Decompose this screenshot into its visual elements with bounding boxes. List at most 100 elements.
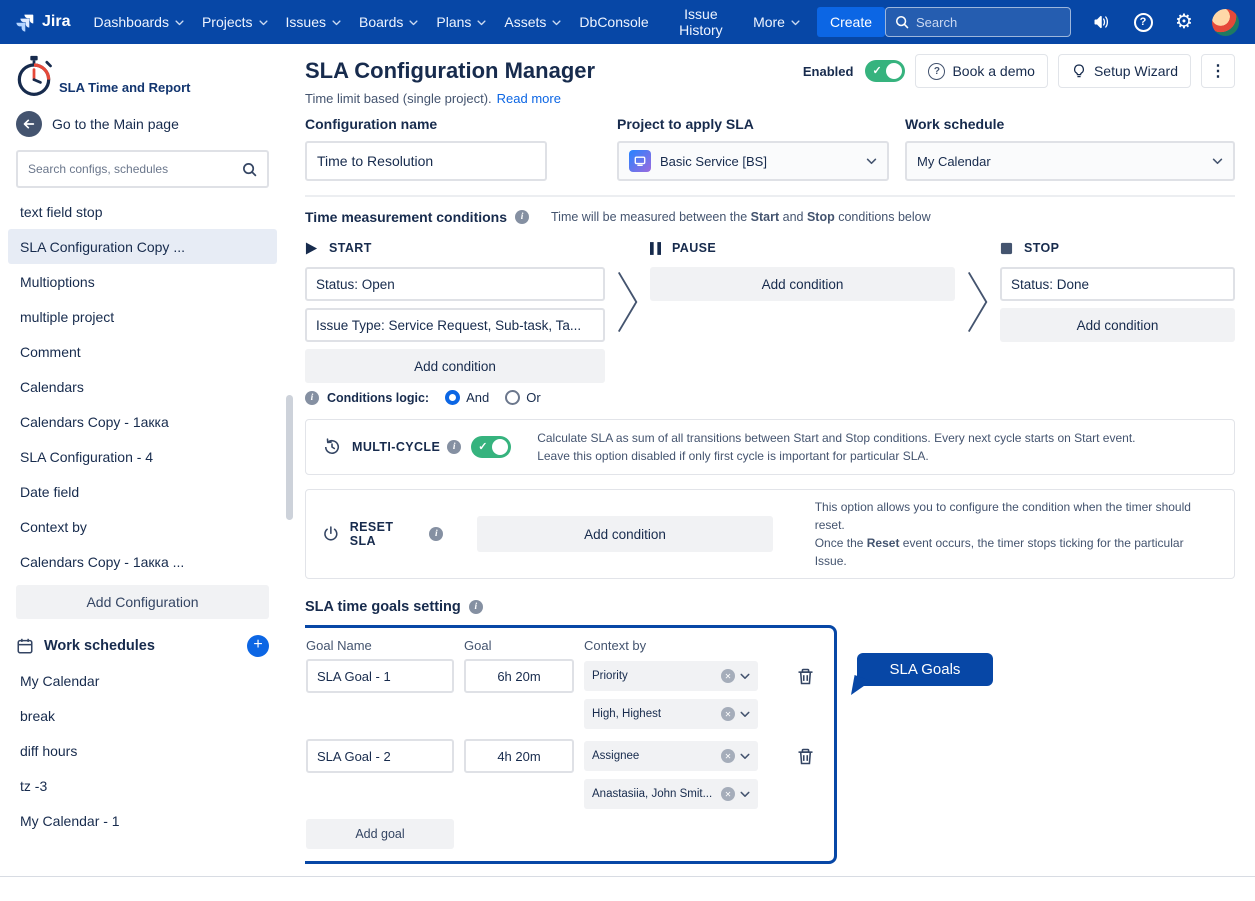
sidebar-config-item[interactable]: Calendars <box>8 369 277 404</box>
navbar-search[interactable] <box>885 7 1071 37</box>
info-icon[interactable]: i <box>429 527 443 541</box>
reset-sla-label: RESET SLA <box>350 520 423 548</box>
sidebar-schedule-item[interactable]: break <box>8 698 277 733</box>
sidebar-config-item[interactable]: multiple project <box>8 299 277 334</box>
clear-icon[interactable] <box>721 787 735 801</box>
setup-wizard-button[interactable]: Setup Wizard <box>1058 54 1191 88</box>
sidebar-config-item[interactable]: Multioptions <box>8 264 277 299</box>
nav-menu-item[interactable]: Assets <box>495 8 570 36</box>
settings-button[interactable]: ⚙ <box>1171 9 1197 35</box>
info-icon[interactable]: i <box>447 440 461 454</box>
nav-menu-item[interactable]: Boards <box>350 8 427 36</box>
context-field-select[interactable]: Priority <box>584 661 758 691</box>
goal-time-input[interactable]: 4h 20m <box>464 739 574 773</box>
context-values-select[interactable]: Anastasiia, John Smit... <box>584 779 758 809</box>
sidebar-schedule-item[interactable]: diff hours <box>8 733 277 768</box>
chevron-down-icon <box>259 20 268 26</box>
logic-or-option[interactable]: Or <box>505 390 540 405</box>
chevron-down-icon <box>552 20 561 26</box>
nav-menu-item[interactable]: Projects <box>193 8 277 36</box>
clear-icon[interactable] <box>721 669 735 683</box>
multi-cycle-description: Calculate SLA as sum of all transitions … <box>537 429 1135 465</box>
condition-field[interactable]: Status: Done <box>1000 267 1235 301</box>
navbar-search-input[interactable] <box>916 15 1061 30</box>
reset-add-condition-button[interactable]: Add condition <box>477 516 772 552</box>
read-more-link[interactable]: Read more <box>497 91 561 106</box>
project-select[interactable]: Basic Service [BS] <box>617 141 889 181</box>
stop-add-condition-button[interactable]: Add condition <box>1000 308 1235 342</box>
sidebar-config-item[interactable]: SLA Configuration - 4 <box>8 439 277 474</box>
nav-menu-item-label: Issues <box>286 14 326 30</box>
calendar-icon <box>16 637 34 655</box>
info-icon[interactable]: i <box>305 391 319 405</box>
sidebar-config-item[interactable]: Context by <box>8 509 277 544</box>
sidebar-schedule-item[interactable]: My Calendar <box>8 663 277 698</box>
sidebar-config-item[interactable]: Date field <box>8 474 277 509</box>
sidebar-config-item[interactable]: Calendars Copy - 1акка ... <box>8 544 277 579</box>
sidebar-config-item[interactable]: Calendars Copy - 1акка <box>8 404 277 439</box>
goal-name-input[interactable]: SLA Goal - 1 <box>306 659 454 693</box>
schedule-column: Work schedule My Calendar <box>905 116 1235 181</box>
nav-menu-item[interactable]: More <box>744 8 809 36</box>
sidebar-schedule-item[interactable]: tz -3 <box>8 768 277 803</box>
announcements-button[interactable] <box>1089 9 1115 35</box>
nav-menu-item-label: Plans <box>436 14 471 30</box>
start-add-condition-button[interactable]: Add condition <box>305 349 605 383</box>
config-item-label: Calendars Copy - 1акка <box>20 414 169 430</box>
nav-menu-item[interactable]: Plans <box>427 8 495 36</box>
info-icon[interactable]: i <box>515 210 529 224</box>
page-subtitle: Time limit based (single project). Read … <box>305 91 1235 106</box>
delete-goal-button[interactable] <box>795 746 816 767</box>
goal-time-input[interactable]: 6h 20m <box>464 659 574 693</box>
work-schedule-select[interactable]: My Calendar <box>905 141 1235 181</box>
help-button[interactable]: ? <box>1130 9 1156 35</box>
condition-value: Status: Done <box>1011 277 1089 292</box>
logic-and-option[interactable]: And <box>445 390 489 405</box>
clear-icon[interactable] <box>721 749 735 763</box>
logic-and-label: And <box>466 390 489 405</box>
sidebar-search-input[interactable] <box>28 162 234 176</box>
config-name-input[interactable] <box>305 141 547 181</box>
condition-field[interactable]: Issue Type: Service Request, Sub-task, T… <box>305 308 605 342</box>
context-field-select[interactable]: Assignee <box>584 741 758 771</box>
multi-cycle-toggle[interactable]: ✓ <box>471 436 511 458</box>
pause-add-condition-button[interactable]: Add condition <box>650 267 955 301</box>
nav-menu-item[interactable]: Issue History <box>658 0 744 44</box>
jira-logo[interactable]: Jira <box>14 12 70 33</box>
context-values-select[interactable]: High, Highest <box>584 699 758 729</box>
nav-menu-item[interactable]: DbConsole <box>570 8 657 36</box>
sidebar-config-item[interactable]: text field stop <box>8 194 277 229</box>
sidebar-config-item[interactable]: SLA Configuration Copy ... <box>8 229 277 264</box>
stopwatch-icon <box>12 54 56 98</box>
page: Jira Dashboards Projects <box>0 0 1255 901</box>
condition-field[interactable]: Status: Open <box>305 267 605 301</box>
nav-menu-item[interactable]: Issues <box>277 8 350 36</box>
nav-menu-item[interactable]: Dashboards <box>84 8 193 36</box>
add-schedule-button[interactable]: + <box>247 635 269 657</box>
app-logo: SLA Time and Report <box>0 44 285 98</box>
chevron-down-icon <box>791 20 800 26</box>
more-menu-button[interactable]: ⋮ <box>1201 54 1235 88</box>
book-demo-button[interactable]: ? Book a demo <box>915 54 1048 88</box>
add-configuration-button[interactable]: Add Configuration <box>16 585 269 619</box>
sidebar-config-item[interactable]: Comment <box>8 334 277 369</box>
sidebar-search[interactable] <box>16 150 269 188</box>
subtitle-text: Time limit based (single project). <box>305 91 492 106</box>
user-avatar[interactable] <box>1212 9 1239 36</box>
scrollbar-thumb[interactable] <box>286 395 293 520</box>
start-condition-list: Status: Open Issue Type: Service Request… <box>305 267 605 342</box>
sidebar: SLA Time and Report Go to the Main page … <box>0 44 285 877</box>
back-to-main-link[interactable]: Go to the Main page <box>16 111 269 137</box>
sidebar-schedule-item[interactable]: My Calendar - 1 <box>8 803 277 838</box>
enabled-toggle[interactable]: ✓ <box>865 60 905 82</box>
conditions-title-row: Time measurement conditions i Time will … <box>305 209 1235 225</box>
start-condition-column: START Status: Open Issue Type: Service R… <box>305 237 605 405</box>
add-goal-button[interactable]: Add goal <box>306 819 454 849</box>
context-field-value: Assignee <box>592 750 716 762</box>
goal-name-input[interactable]: SLA Goal - 2 <box>306 739 454 773</box>
info-icon[interactable]: i <box>469 600 483 614</box>
create-button[interactable]: Create <box>817 7 885 37</box>
delete-goal-button[interactable] <box>795 666 816 687</box>
goals-box: Goal Name Goal Context by SLA Goal - 1 6… <box>305 625 837 864</box>
clear-icon[interactable] <box>721 707 735 721</box>
